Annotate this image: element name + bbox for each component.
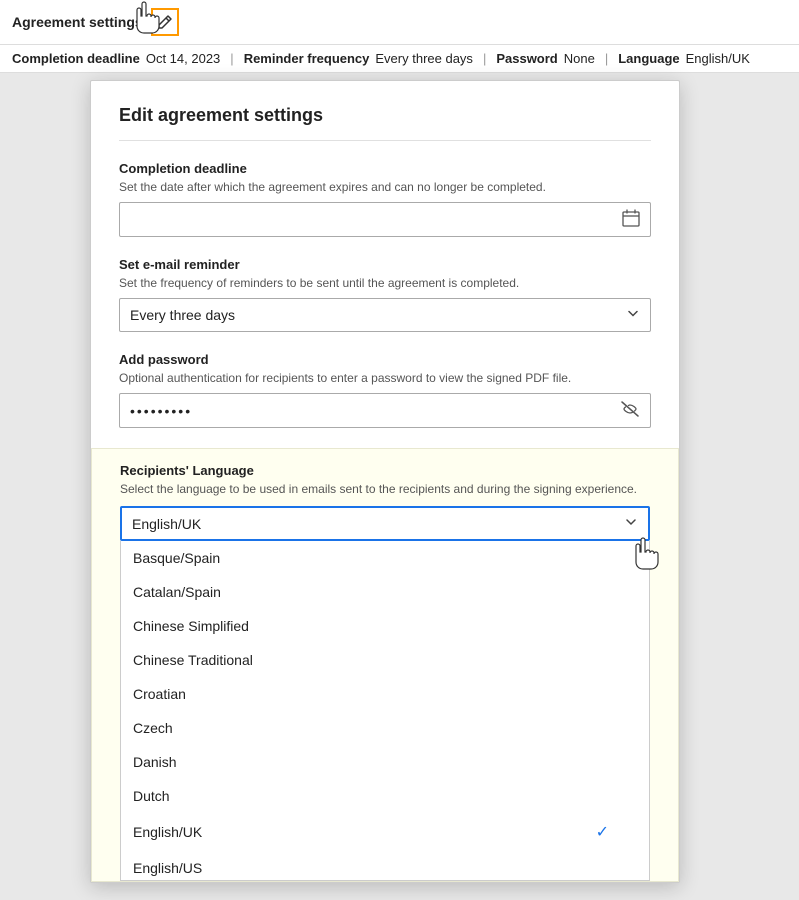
lang-item[interactable]: Dutch	[121, 779, 649, 813]
edit-icon	[157, 14, 173, 30]
lang-item[interactable]: Croatian	[121, 677, 649, 711]
email-reminder-section: Set e-mail reminder Set the frequency of…	[119, 257, 651, 332]
lang-item[interactable]: Danish	[121, 745, 649, 779]
lang-item-label: Dutch	[133, 788, 170, 804]
top-bar: Agreement settings	[0, 0, 799, 45]
lang-item[interactable]: Czech	[121, 711, 649, 745]
check-icon: ✓	[596, 822, 609, 842]
eye-hidden-icon[interactable]	[620, 400, 640, 421]
language-dropdown-container: English/UK Basque/Spain Catalan/Spain Chin…	[120, 506, 650, 881]
lang-item[interactable]: Chinese Traditional	[121, 643, 649, 677]
reminder-label: Reminder frequency	[244, 51, 370, 66]
lang-item-label: Danish	[133, 754, 177, 770]
password-section-desc: Optional authentication for recipients t…	[119, 371, 651, 385]
language-section: Recipients' Language Select the language…	[91, 448, 679, 882]
lang-item-label: English/UK	[133, 824, 202, 840]
edit-agreement-modal: Edit agreement settings Completion deadl…	[90, 80, 680, 883]
lang-item[interactable]: English/UK ✓	[121, 813, 649, 851]
language-selected[interactable]: English/UK	[120, 506, 650, 541]
language-section-label: Recipients' Language	[120, 463, 650, 478]
lang-item[interactable]: Basque/Spain	[121, 541, 649, 575]
language-label: Language	[618, 51, 679, 66]
completion-deadline-label: Completion deadline	[119, 161, 651, 176]
email-reminder-desc: Set the frequency of reminders to be sen…	[119, 276, 651, 290]
modal-title: Edit agreement settings	[119, 105, 651, 141]
date-input-wrapper[interactable]: 10 / 14 / 2023	[119, 202, 651, 237]
password-label: Password	[496, 51, 557, 66]
language-section-desc: Select the language to be used in emails…	[120, 482, 650, 496]
reminder-value: Every three days	[375, 51, 473, 66]
completion-label: Completion deadline	[12, 51, 140, 66]
language-chevron-icon	[624, 515, 638, 532]
completion-deadline-desc: Set the date after which the agreement e…	[119, 180, 651, 194]
lang-item-label: English/US	[133, 860, 202, 876]
password-value: None	[564, 51, 595, 66]
lang-item[interactable]: English/US	[121, 851, 649, 881]
lang-item-label: Basque/Spain	[133, 550, 220, 566]
reminder-select-wrapper[interactable]: Every day Every two days Every three day…	[119, 298, 651, 332]
password-input-wrapper[interactable]	[119, 393, 651, 428]
completion-value: Oct 14, 2023	[146, 51, 220, 66]
completion-deadline-section: Completion deadline Set the date after w…	[119, 161, 651, 237]
reminder-select[interactable]: Every day Every two days Every three day…	[120, 299, 650, 331]
metadata-bar: Completion deadline Oct 14, 2023 | Remin…	[0, 45, 799, 73]
lang-item-label: Chinese Simplified	[133, 618, 249, 634]
lang-item-label: Croatian	[133, 686, 186, 702]
password-section-label: Add password	[119, 352, 651, 367]
page-title: Agreement settings	[12, 14, 143, 30]
password-section: Add password Optional authentication for…	[119, 352, 651, 428]
separator-3: |	[605, 51, 608, 66]
lang-item-label: Catalan/Spain	[133, 584, 221, 600]
password-input[interactable]	[130, 403, 620, 419]
calendar-icon[interactable]	[622, 209, 640, 230]
date-input[interactable]: 10 / 14 / 2023	[130, 212, 622, 228]
edit-button[interactable]	[151, 8, 179, 36]
lang-item[interactable]: Chinese Simplified	[121, 609, 649, 643]
language-value: English/UK	[686, 51, 750, 66]
lang-item[interactable]: Catalan/Spain	[121, 575, 649, 609]
separator-2: |	[483, 51, 486, 66]
lang-item-label: Chinese Traditional	[133, 652, 253, 668]
email-reminder-label: Set e-mail reminder	[119, 257, 651, 272]
language-selected-text: English/UK	[132, 516, 624, 532]
separator-1: |	[230, 51, 233, 66]
lang-item-label: Czech	[133, 720, 173, 736]
language-list: Basque/Spain Catalan/Spain Chinese Simplif…	[120, 541, 650, 881]
